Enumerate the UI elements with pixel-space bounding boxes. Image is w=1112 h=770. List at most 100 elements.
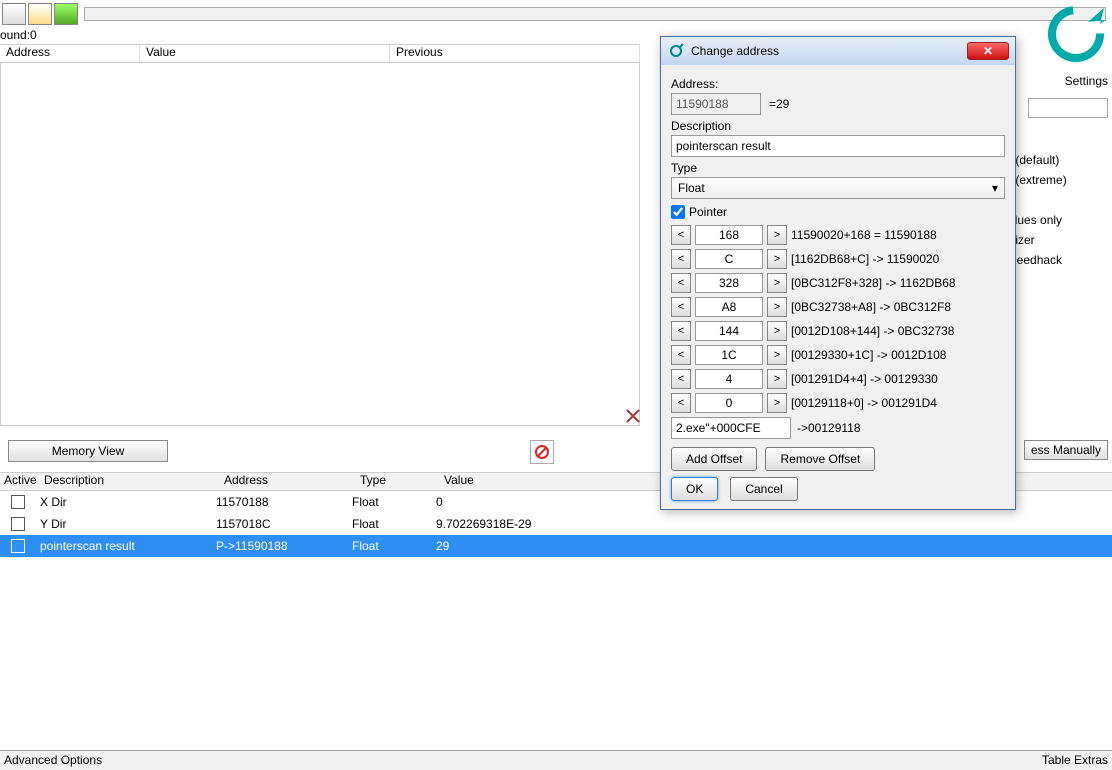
offset-row: < > [00129330+1C] -> 0012D108 — [671, 345, 1005, 365]
offset-input[interactable] — [695, 321, 763, 341]
offset-dec-button[interactable]: < — [671, 369, 691, 389]
scan-results-list[interactable] — [0, 62, 640, 426]
row-addr: P->11590188 — [216, 539, 352, 553]
settings-link[interactable]: Settings — [1065, 74, 1108, 88]
pointer-checkbox[interactable] — [671, 205, 685, 219]
offset-inc-button[interactable]: > — [767, 369, 787, 389]
col-active[interactable]: Active — [0, 473, 40, 490]
base-result: ->00129118 — [797, 421, 861, 435]
type-select[interactable]: Float — [671, 177, 1005, 199]
save-button[interactable] — [54, 3, 78, 25]
scan-results-header: Address Value Previous — [0, 44, 640, 62]
offset-input[interactable] — [695, 297, 763, 317]
dialog-title: Change address — [691, 44, 967, 58]
offset-result: [00129118+0] -> 001291D4 — [791, 396, 937, 410]
offset-input[interactable] — [695, 273, 763, 293]
row-type: Float — [352, 495, 436, 509]
offset-result: [00129330+1C] -> 0012D108 — [791, 348, 946, 362]
col-type[interactable]: Type — [356, 473, 440, 490]
col-value[interactable]: Value — [140, 45, 390, 62]
advanced-options-link[interactable]: Advanced Options — [4, 753, 102, 768]
offset-row: < > [0BC32738+A8] -> 0BC312F8 — [671, 297, 1005, 317]
offset-inc-button[interactable]: > — [767, 273, 787, 293]
offset-input[interactable] — [695, 345, 763, 365]
progress-bar — [84, 7, 1106, 21]
add-offset-button[interactable]: Add Offset — [671, 447, 757, 471]
open-file-button[interactable] — [2, 3, 26, 25]
offset-row: <>[0012D108+144] -> 0BC32738 — [671, 321, 1005, 341]
offset-dec-button[interactable]: < — [671, 249, 691, 269]
offset-dec-button[interactable]: < — [671, 225, 691, 245]
offset-dec-button[interactable]: < — [671, 393, 691, 413]
close-button[interactable]: ✕ — [967, 42, 1009, 60]
row-desc: Y Dir — [36, 517, 216, 531]
offset-input[interactable] — [695, 225, 763, 245]
ok-button[interactable]: OK — [671, 477, 718, 501]
offset-dec-button[interactable]: < — [671, 297, 691, 317]
description-input[interactable] — [671, 135, 1005, 157]
active-checkbox[interactable] — [11, 539, 25, 553]
table-row[interactable]: pointerscan resultP->11590188Float29 — [0, 535, 1112, 557]
row-addr: 1157018C — [216, 517, 352, 531]
offset-input[interactable] — [695, 393, 763, 413]
offset-input[interactable] — [695, 249, 763, 269]
offset-inc-button[interactable]: > — [767, 345, 787, 365]
offset-dec-button[interactable]: < — [671, 321, 691, 341]
table-extras-link[interactable]: Table Extras — [1042, 753, 1108, 768]
found-label: ound:0 — [0, 28, 37, 42]
remove-offset-button[interactable]: Remove Offset — [765, 447, 875, 471]
row-value: 29 — [436, 539, 1112, 553]
offset-row: < > [1162DB68+C] -> 11590020 — [671, 249, 1005, 269]
col-address[interactable]: Address — [0, 45, 140, 62]
row-desc: X Dir — [36, 495, 216, 509]
offset-inc-button[interactable]: > — [767, 249, 787, 269]
offset-inc-button[interactable]: > — [767, 297, 787, 317]
delete-all-icon[interactable] — [530, 440, 554, 464]
row-desc: pointerscan result — [36, 539, 216, 553]
active-checkbox[interactable] — [11, 517, 25, 531]
memory-view-button[interactable]: Memory View — [8, 440, 168, 462]
value-input-stub[interactable] — [1028, 98, 1108, 118]
open-folder-button[interactable] — [28, 3, 52, 25]
row-value: 9.702269318E-29 — [436, 517, 1112, 531]
offset-inc-button[interactable]: > — [767, 225, 787, 245]
offset-inc-button[interactable]: > — [767, 321, 787, 341]
offset-row: < > [00129118+0] -> 001291D4 — [671, 393, 1005, 413]
address-list: Active Description Address Type Value X … — [0, 472, 1112, 748]
toolbar — [0, 0, 1112, 28]
col-previous[interactable]: Previous — [390, 45, 640, 62]
change-address-dialog: Change address ✕ Address: =29 Descriptio… — [660, 36, 1016, 510]
row-type: Float — [352, 539, 436, 553]
table-row[interactable]: Y Dir1157018CFloat9.702269318E-29 — [0, 513, 1112, 535]
offset-dec-button[interactable]: < — [671, 273, 691, 293]
address-eq: =29 — [769, 97, 789, 111]
offset-row: < >11590020+168 = 11590188 — [671, 225, 1005, 245]
pointer-label: Pointer — [689, 205, 727, 219]
col-desc[interactable]: Description — [40, 473, 220, 490]
offset-inc-button[interactable]: > — [767, 393, 787, 413]
offset-row: < > [001291D4+4] -> 00129330 — [671, 369, 1005, 389]
active-checkbox[interactable] — [11, 495, 25, 509]
dialog-titlebar[interactable]: Change address ✕ — [661, 37, 1015, 65]
offset-result: [1162DB68+C] -> 11590020 — [791, 252, 939, 266]
description-label: Description — [671, 119, 1005, 133]
offset-result: [001291D4+4] -> 00129330 — [791, 372, 938, 386]
offset-result: 11590020+168 = 11590188 — [791, 228, 937, 242]
cancel-button[interactable]: Cancel — [730, 477, 797, 501]
offset-result: [0BC312F8+328] -> 1162DB68 — [791, 276, 956, 290]
offset-result: [0BC32738+A8] -> 0BC312F8 — [791, 300, 951, 314]
cheatengine-logo[interactable] — [1044, 2, 1108, 66]
address-input[interactable] — [671, 93, 761, 115]
footer: Advanced Options Table Extras — [0, 750, 1112, 770]
offset-input[interactable] — [695, 369, 763, 389]
add-address-manually-button[interactable]: ess Manually — [1024, 440, 1108, 460]
row-addr: 11570188 — [216, 495, 352, 509]
offset-row: < > [0BC312F8+328] -> 1162DB68 — [671, 273, 1005, 293]
row-type: Float — [352, 517, 436, 531]
base-address-input[interactable] — [671, 417, 791, 439]
splitter-icon[interactable] — [625, 408, 641, 424]
address-label: Address: — [671, 77, 1005, 91]
cheatengine-icon — [667, 42, 685, 60]
col-addr2[interactable]: Address — [220, 473, 356, 490]
offset-dec-button[interactable]: < — [671, 345, 691, 365]
